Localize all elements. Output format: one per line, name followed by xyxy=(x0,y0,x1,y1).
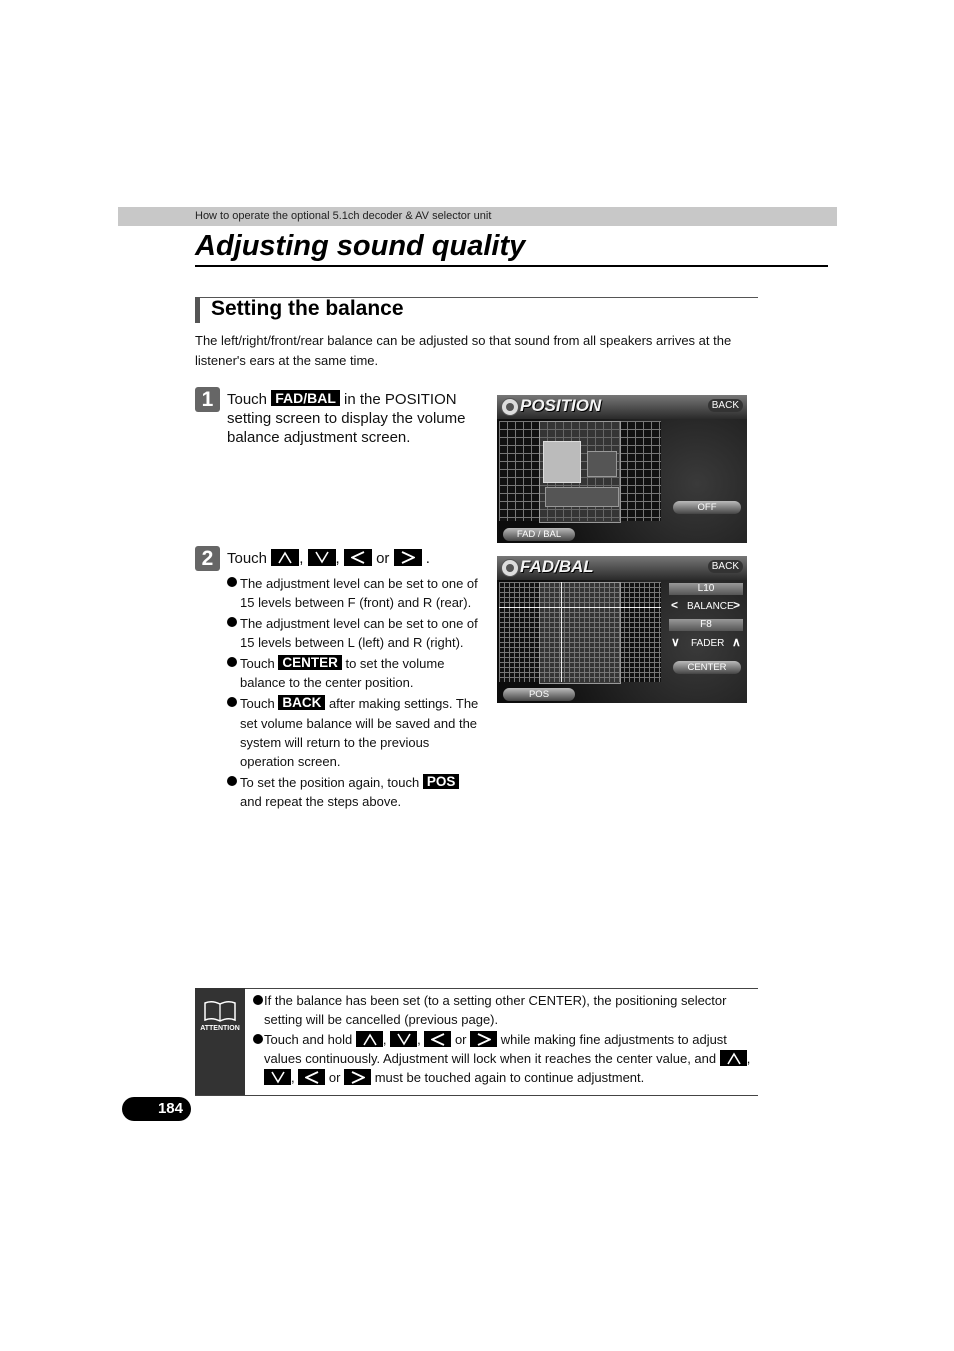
attention-bottom-rule xyxy=(195,1095,758,1096)
bullet-item: Touch CENTER to set the volume balance t… xyxy=(227,654,482,693)
left-arrow-icon xyxy=(424,1030,452,1047)
balance-label: BALANCE xyxy=(687,601,734,612)
balance-crosshair-v xyxy=(561,582,562,682)
fad-bal-screen-title: FAD/BAL xyxy=(520,557,594,576)
step-1-rest: setting screen to display the volume bal… xyxy=(227,410,466,446)
seat-grid xyxy=(499,421,661,523)
left-arrow-icon xyxy=(298,1069,326,1086)
speaker-logo-icon xyxy=(501,398,519,416)
seat-rear[interactable] xyxy=(545,487,619,507)
up-arrow-icon xyxy=(271,549,300,566)
balance-grid[interactable] xyxy=(499,582,661,684)
attention-item: Touch and hold , , or while making fine … xyxy=(253,1030,758,1088)
attention-label: ATTENTION xyxy=(200,1025,240,1032)
balance-right-button[interactable]: > xyxy=(733,598,740,612)
attention-top-rule xyxy=(245,988,758,989)
down-arrow-icon xyxy=(307,549,336,566)
step-2-text: Touch , , or . xyxy=(227,549,430,567)
left-arrow-icon xyxy=(343,549,372,566)
seat-passenger[interactable] xyxy=(587,451,617,477)
attention-text: If the balance has been set (to a settin… xyxy=(253,991,758,1087)
right-arrow-icon xyxy=(470,1030,498,1047)
section-title: Setting the balance xyxy=(211,297,404,320)
car-outline xyxy=(539,582,621,684)
section-intro: The left/right/front/rear balance can be… xyxy=(195,333,732,368)
step-2-pre: Touch xyxy=(227,550,268,567)
center-button[interactable]: CENTER xyxy=(673,661,741,674)
step-2-bullets: The adjustment level can be set to one o… xyxy=(227,574,482,813)
step-1-number: 1 xyxy=(195,387,220,412)
center-button-ref: CENTER xyxy=(278,655,342,671)
back-button[interactable]: BACK xyxy=(707,560,743,573)
fader-value: F8 xyxy=(669,619,743,631)
step-1-text: Touch FAD/BAL in the POSITION setting sc… xyxy=(227,390,482,447)
bullet-item: The adjustment level can be set to one o… xyxy=(227,614,482,653)
pos-button-ref: POS xyxy=(422,773,460,789)
attention-panel: ATTENTION xyxy=(195,988,245,1095)
back-button[interactable]: BACK xyxy=(707,399,743,412)
down-arrow-icon xyxy=(390,1030,418,1047)
fader-up-button[interactable]: ∧ xyxy=(732,635,741,649)
up-arrow-icon xyxy=(355,1030,383,1047)
page-title: Adjusting sound quality xyxy=(195,230,526,262)
header-band: How to operate the optional 5.1ch decode… xyxy=(118,207,837,226)
off-button[interactable]: OFF xyxy=(673,501,741,514)
page-number: 184 xyxy=(157,1100,183,1117)
pos-button[interactable]: POS xyxy=(503,688,575,701)
step-2-number: 2 xyxy=(195,546,220,571)
position-screen-title: POSITION xyxy=(520,396,602,415)
right-arrow-icon xyxy=(344,1069,372,1086)
speaker-logo-icon xyxy=(501,559,519,577)
attention-item: If the balance has been set (to a settin… xyxy=(253,991,758,1030)
down-arrow-icon xyxy=(264,1069,291,1086)
fader-down-button[interactable]: ∨ xyxy=(671,635,680,649)
fad-bal-button[interactable]: FAD / BAL xyxy=(503,528,575,541)
bullet-item: Touch BACK after making settings. The se… xyxy=(227,694,482,771)
header-section-label: How to operate the optional 5.1ch decode… xyxy=(195,210,492,222)
fad-bal-button-ref: FAD/BAL xyxy=(271,390,340,406)
book-icon xyxy=(204,1000,236,1022)
fad-bal-screen: FAD/BAL BACK L10 < BALANCE > F8 ∨ FADER … xyxy=(497,556,747,703)
position-screen: POSITION BACK OFF FAD / BAL xyxy=(497,395,747,543)
balance-crosshair-h xyxy=(499,607,661,608)
balance-value: L10 xyxy=(669,583,743,595)
balance-left-button[interactable]: < xyxy=(671,598,678,612)
back-button-ref: BACK xyxy=(278,695,326,711)
step-1-post: in the POSITION xyxy=(344,391,457,408)
title-rule xyxy=(195,265,828,267)
bullet-item: To set the position again, touch POS and… xyxy=(227,773,482,812)
selected-seat-driver[interactable] xyxy=(543,441,581,483)
bullet-item: The adjustment level can be set to one o… xyxy=(227,574,482,613)
page-number-badge: 184 xyxy=(122,1097,191,1121)
up-arrow-icon xyxy=(719,1049,747,1066)
fader-label: FADER xyxy=(691,638,725,649)
step-1-pre: Touch xyxy=(227,391,268,408)
section-bar xyxy=(195,297,200,323)
right-arrow-icon xyxy=(393,549,422,566)
